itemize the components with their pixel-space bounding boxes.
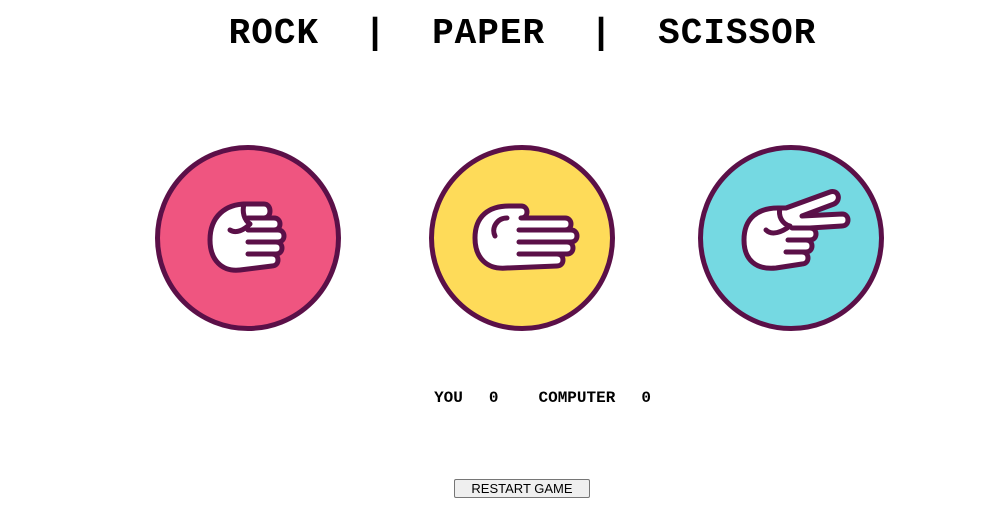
restart-game-button[interactable]: RESTART GAME xyxy=(454,479,590,498)
game-title: ROCK | PAPER | SCISSOR xyxy=(228,13,817,54)
scissor-choice-button[interactable] xyxy=(698,145,884,331)
player-score-label: YOU xyxy=(434,389,463,407)
rock-choice-button[interactable] xyxy=(155,145,341,331)
scoreboard: YOU 0 COMPUTER 0 xyxy=(0,388,1003,408)
paper-choice-button[interactable] xyxy=(429,145,615,331)
game-page: ROCK | PAPER | SCISSOR YOU 0 COMPUTER 0 … xyxy=(0,0,1003,518)
fist-icon xyxy=(207,201,287,273)
player-score-value: 0 xyxy=(488,389,499,407)
computer-score-label: COMPUTER xyxy=(538,389,616,407)
scissor-hand-icon xyxy=(741,189,851,271)
open-hand-icon xyxy=(472,203,580,271)
computer-score-value: 0 xyxy=(641,389,651,407)
